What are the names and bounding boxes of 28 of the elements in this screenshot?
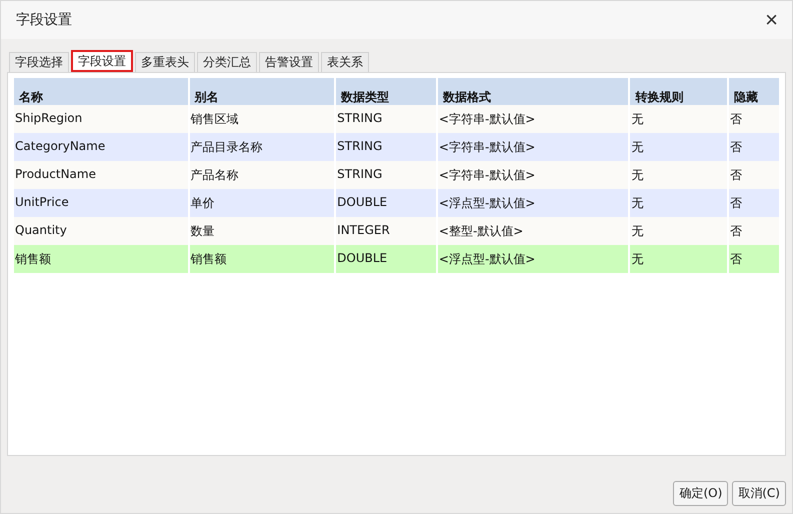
table-row[interactable]: ProductName 产品名称 STRING <字符串-默认值> 无 否 — [14, 161, 779, 189]
tab[interactable]: 多重表头 — [135, 52, 195, 72]
window-title: 字段设置 — [16, 11, 72, 29]
table-cell-text: 否 — [729, 223, 744, 240]
close-button[interactable]: × — [761, 9, 782, 31]
dialog-button[interactable]: 确定(O) — [673, 481, 728, 506]
table-cell-text: 否 — [729, 167, 744, 184]
table-cell-text: 否 — [729, 111, 744, 128]
tab[interactable]: 表关系 — [321, 52, 369, 72]
tab[interactable]: 字段选择 — [9, 52, 69, 72]
table-cell-text: 否 — [729, 195, 744, 212]
table-cell: 销售额 — [190, 245, 336, 273]
tab[interactable]: 告警设置 — [259, 52, 319, 72]
table-cell-text: 否 — [729, 139, 744, 156]
table-cell: DOUBLE — [336, 245, 438, 273]
tab[interactable]: 字段设置 — [71, 50, 133, 72]
table-cell: 销售额 — [14, 245, 190, 273]
table-row[interactable]: 销售额 销售额 DOUBLE <浮点型-默认值> 无 否 — [14, 245, 779, 273]
table-row[interactable]: ShipRegion 销售区域 STRING <字符串-默认值> 无 否 — [14, 105, 779, 133]
table-row[interactable]: CategoryName 产品目录名称 STRING <字符串-默认值> 无 否 — [14, 133, 779, 161]
dialog-button[interactable]: 取消(C) — [732, 481, 786, 506]
column-header: 隐藏 — [733, 89, 760, 105]
table-cell-text: 否 — [729, 251, 744, 268]
tab[interactable]: 分类汇总 — [197, 52, 257, 72]
table-cell: <浮点型-默认值> — [438, 245, 630, 273]
table-cell: 无 — [630, 245, 730, 273]
table-row[interactable]: Quantity 数量 INTEGER <整型-默认值> 无 否 — [14, 217, 779, 245]
table-row[interactable]: UnitPrice 单价 DOUBLE <浮点型-默认值> 无 否 — [14, 189, 779, 217]
